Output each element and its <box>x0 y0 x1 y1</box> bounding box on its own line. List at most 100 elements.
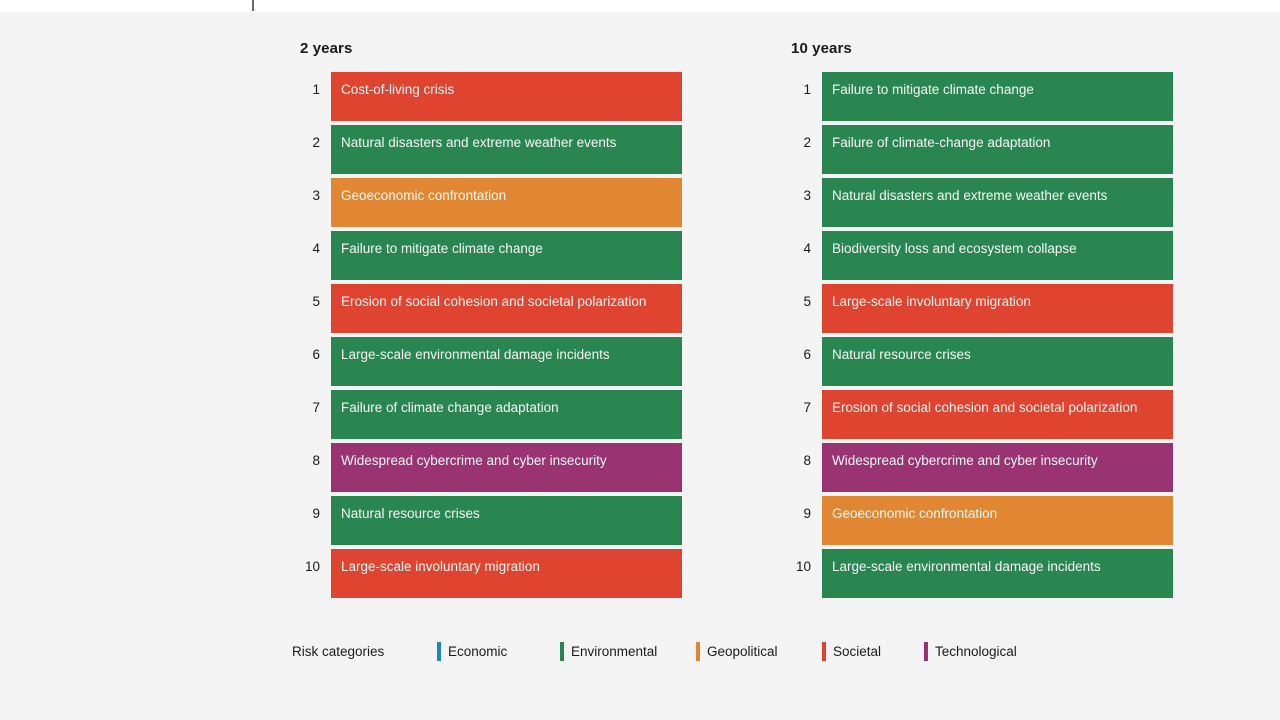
table-row[interactable]: 3 Natural disasters and extreme weather e… <box>783 178 1173 227</box>
rank-number: 1 <box>312 82 320 97</box>
legend-swatch-icon <box>696 641 700 661</box>
legend-label: Geopolitical <box>707 643 778 659</box>
legend-item[interactable]: Geopolitical <box>696 641 822 661</box>
legend-item[interactable]: Environmental <box>560 641 696 661</box>
risk-bar[interactable]: Erosion of social cohesion and societal … <box>822 390 1173 439</box>
legend-item[interactable]: Technological <box>924 641 1017 661</box>
table-row[interactable]: 6 Large-scale environmental damage incide… <box>292 337 682 386</box>
column-10-years: 10 years 1 Failure to mitigate climate ch… <box>783 40 1173 602</box>
risk-bar[interactable]: Failure of climate-change adaptation <box>822 125 1173 174</box>
legend: Risk categories Economic Environmental Geo… <box>292 640 1092 662</box>
risk-bar[interactable]: Natural disasters and extreme weather ev… <box>331 125 682 174</box>
rank-number: 10 <box>304 559 320 574</box>
risk-bar[interactable]: Large-scale environmental damage inciden… <box>331 337 682 386</box>
rank-number: 3 <box>312 188 320 203</box>
legend-item[interactable]: Economic <box>437 641 560 661</box>
risk-bar[interactable]: Cost-of-living crisis <box>331 72 682 121</box>
legend-title: Risk categories <box>292 643 385 659</box>
table-row[interactable]: 2 Natural disasters and extreme weather e… <box>292 125 682 174</box>
risk-bar[interactable]: Natural resource crises <box>331 496 682 545</box>
risk-bar[interactable]: Large-scale environmental damage inciden… <box>822 549 1173 598</box>
column-2-years: 2 years 1 Cost-of-living crisis 2 Natural d… <box>292 40 682 602</box>
risk-bar[interactable]: Geoeconomic confrontation <box>822 496 1173 545</box>
risk-columns: 2 years 1 Cost-of-living crisis 2 Natural d… <box>0 0 1280 720</box>
risk-row-list-10-years: 1 Failure to mitigate climate change 2 Fail… <box>783 72 1173 598</box>
legend-label: Economic <box>448 643 508 659</box>
risk-label: Large-scale environmental damage inciden… <box>832 559 1101 574</box>
rank-number: 5 <box>312 294 320 309</box>
table-row[interactable]: 8 Widespread cybercrime and cyber insecur… <box>783 443 1173 492</box>
legend-item-list: Economic Environmental Geopolitical Societa… <box>437 641 1092 661</box>
risk-bar[interactable]: Natural disasters and extreme weather ev… <box>822 178 1173 227</box>
table-row[interactable]: 1 Failure to mitigate climate change <box>783 72 1173 121</box>
rank-number: 8 <box>803 453 811 468</box>
risk-bar[interactable]: Geoeconomic confrontation <box>331 178 682 227</box>
risk-label: Natural resource crises <box>832 347 971 362</box>
legend-label: Societal <box>833 643 882 659</box>
risk-label: Natural resource crises <box>341 506 480 521</box>
table-row[interactable]: 7 Failure of climate change adaptation <box>292 390 682 439</box>
risk-label: Widespread cybercrime and cyber insecuri… <box>832 453 1098 468</box>
table-row[interactable]: 4 Failure to mitigate climate change <box>292 231 682 280</box>
table-row[interactable]: 10 Large-scale environmental damage incid… <box>783 549 1173 598</box>
legend-swatch-icon <box>924 641 928 661</box>
rank-number: 3 <box>803 188 811 203</box>
table-row[interactable]: 8 Widespread cybercrime and cyber insecur… <box>292 443 682 492</box>
risk-label: Erosion of social cohesion and societal … <box>832 400 1138 415</box>
risk-bar[interactable]: Natural resource crises <box>822 337 1173 386</box>
risk-bar[interactable]: Widespread cybercrime and cyber insecuri… <box>331 443 682 492</box>
risk-label: Natural disasters and extreme weather ev… <box>341 135 617 150</box>
table-row[interactable]: 4 Biodiversity loss and ecosystem collaps… <box>783 231 1173 280</box>
legend-swatch-icon <box>560 641 564 661</box>
table-row[interactable]: 5 Erosion of social cohesion and societal… <box>292 284 682 333</box>
risk-label: Geoeconomic confrontation <box>341 188 507 203</box>
table-row[interactable]: 6 Natural resource crises <box>783 337 1173 386</box>
risk-bar[interactable]: Failure to mitigate climate change <box>331 231 682 280</box>
risk-bar[interactable]: Large-scale involuntary migration <box>822 284 1173 333</box>
risk-label: Geoeconomic confrontation <box>832 506 998 521</box>
column-title: 10 years <box>791 40 852 57</box>
risk-label: Failure to mitigate climate change <box>832 82 1034 97</box>
column-title: 2 years <box>300 40 353 57</box>
table-row[interactable]: 5 Large-scale involuntary migration <box>783 284 1173 333</box>
table-row[interactable]: 7 Erosion of social cohesion and societal… <box>783 390 1173 439</box>
table-row[interactable]: 2 Failure of climate-change adaptation <box>783 125 1173 174</box>
rank-number: 9 <box>803 506 811 521</box>
risk-bar[interactable]: Erosion of social cohesion and societal … <box>331 284 682 333</box>
risk-bar[interactable]: Biodiversity loss and ecosystem collapse <box>822 231 1173 280</box>
rank-number: 2 <box>803 135 811 150</box>
table-row[interactable]: 9 Natural resource crises <box>292 496 682 545</box>
table-row[interactable]: 3 Geoeconomic confrontation <box>292 178 682 227</box>
risk-label: Natural disasters and extreme weather ev… <box>832 188 1108 203</box>
risk-bar[interactable]: Large-scale involuntary migration <box>331 549 682 598</box>
risk-bar[interactable]: Failure to mitigate climate change <box>822 72 1173 121</box>
risk-label: Large-scale environmental damage inciden… <box>341 347 610 362</box>
risk-label: Widespread cybercrime and cyber insecuri… <box>341 453 607 468</box>
risk-row-list-2-years: 1 Cost-of-living crisis 2 Natural disasters… <box>292 72 682 598</box>
rank-number: 1 <box>803 82 811 97</box>
risk-label: Failure to mitigate climate change <box>341 241 543 256</box>
legend-item[interactable]: Societal <box>822 641 924 661</box>
rank-number: 6 <box>803 347 811 362</box>
rank-number: 9 <box>312 506 320 521</box>
rank-number: 2 <box>312 135 320 150</box>
table-row[interactable]: 10 Large-scale involuntary migration <box>292 549 682 598</box>
rank-number: 7 <box>803 400 811 415</box>
legend-label: Technological <box>935 643 1017 659</box>
risk-label: Failure of climate change adaptation <box>341 400 559 415</box>
rank-number: 6 <box>312 347 320 362</box>
risk-bar[interactable]: Failure of climate change adaptation <box>331 390 682 439</box>
rank-number: 4 <box>312 241 320 256</box>
table-row[interactable]: 1 Cost-of-living crisis <box>292 72 682 121</box>
risk-label: Large-scale involuntary migration <box>341 559 540 574</box>
risk-label: Large-scale involuntary migration <box>832 294 1031 309</box>
legend-swatch-icon <box>822 641 826 661</box>
rank-number: 7 <box>312 400 320 415</box>
chart-canvas: 2 years 1 Cost-of-living crisis 2 Natural d… <box>0 0 1280 720</box>
risk-bar[interactable]: Widespread cybercrime and cyber insecuri… <box>822 443 1173 492</box>
legend-label: Environmental <box>571 643 658 659</box>
rank-number: 8 <box>312 453 320 468</box>
table-row[interactable]: 9 Geoeconomic confrontation <box>783 496 1173 545</box>
risk-label: Failure of climate-change adaptation <box>832 135 1051 150</box>
risk-label: Biodiversity loss and ecosystem collapse <box>832 241 1077 256</box>
